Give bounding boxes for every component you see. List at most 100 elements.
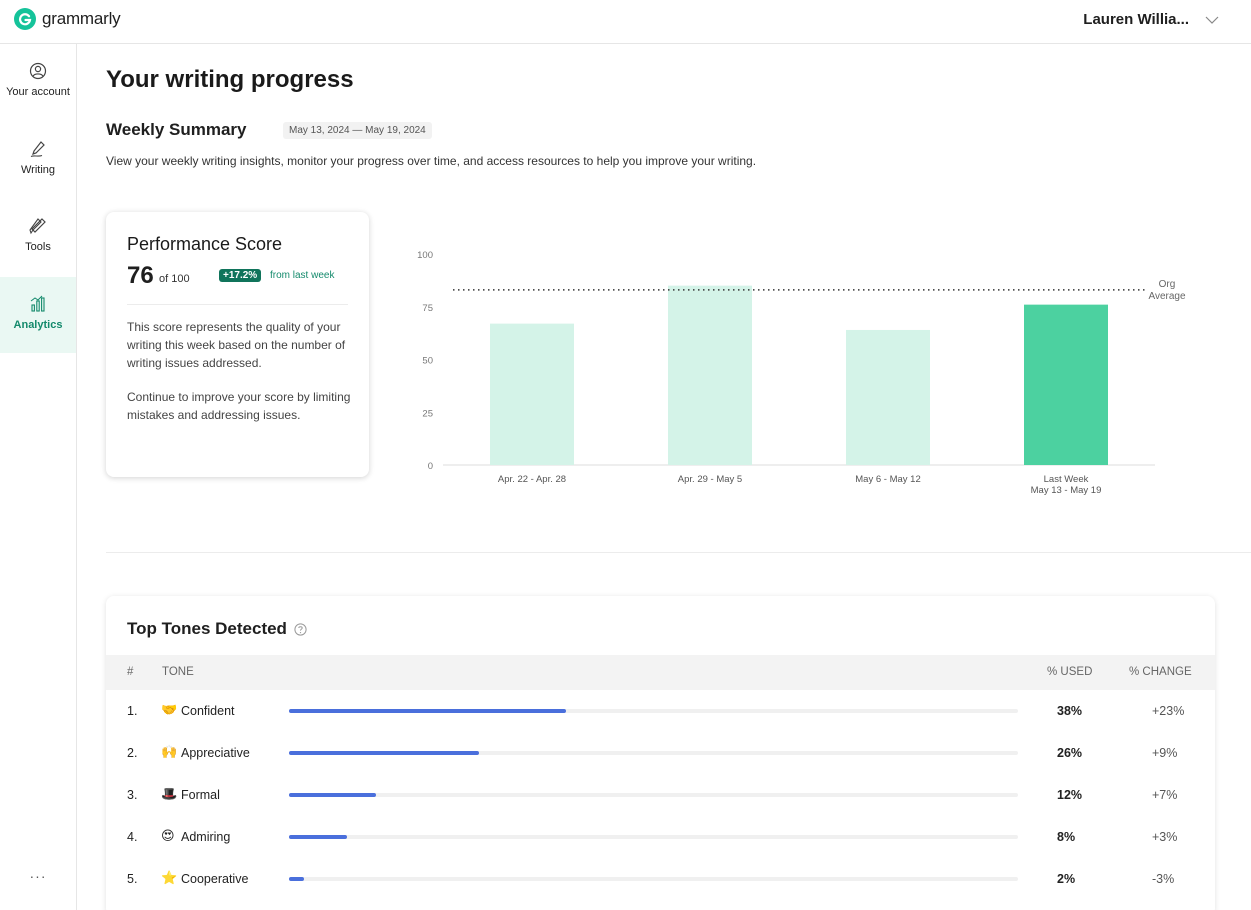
tone-percent-change: +7% bbox=[1152, 788, 1178, 802]
table-row: 3. 🎩 Formal 12% +7% bbox=[106, 774, 1215, 816]
tone-emoji-icon: 😍 bbox=[161, 828, 175, 843]
intro-text: View your weekly writing insights, monit… bbox=[106, 154, 757, 168]
chevron-down-icon bbox=[1205, 16, 1219, 24]
y-tick-label: 0 bbox=[428, 461, 433, 472]
tone-rank: 4. bbox=[127, 830, 138, 844]
tone-usage-bar bbox=[289, 751, 479, 755]
performance-score-card: Performance Score 76 of 100 +17.2% from … bbox=[106, 212, 369, 477]
tone-rank: 2. bbox=[127, 746, 138, 760]
tone-usage-bar bbox=[289, 877, 304, 881]
org-average-label: Org bbox=[1159, 279, 1176, 290]
weekly-score-chart: 0 25 50 75 100 Apr. 22 - Apr. 28 Apr. 29 - May… bbox=[417, 250, 1186, 496]
user-menu[interactable]: Lauren Willia... bbox=[1083, 11, 1219, 28]
tone-name: Cooperative bbox=[181, 872, 249, 886]
help-icon[interactable] bbox=[294, 622, 307, 636]
sidebar-item-analytics[interactable]: Analytics bbox=[0, 277, 76, 353]
tools-icon bbox=[29, 218, 46, 235]
x-tick-label: May 13 - May 19 bbox=[1031, 485, 1102, 496]
bar-4 bbox=[1024, 304, 1108, 465]
bar-2 bbox=[668, 285, 752, 465]
org-average-label: Average bbox=[1148, 291, 1186, 302]
score-change-badge: +17.2% bbox=[219, 269, 262, 282]
tone-emoji-icon: 🙌 bbox=[161, 744, 178, 759]
tone-percent-change: -3% bbox=[1152, 872, 1175, 886]
tone-name: Admiring bbox=[181, 830, 231, 844]
x-tick-label: Apr. 29 - May 5 bbox=[678, 474, 742, 485]
top-tones-card: Top Tones Detected # TONE % USED % CHANG… bbox=[106, 596, 1215, 910]
sidebar-item-label: Your account bbox=[6, 86, 70, 98]
card-divider bbox=[127, 304, 348, 305]
tone-percent-change: +9% bbox=[1152, 746, 1178, 760]
tone-percent-used: 26% bbox=[1057, 746, 1083, 760]
tone-usage-track bbox=[289, 877, 1018, 881]
sidebar-item-label: Tools bbox=[25, 241, 51, 253]
tone-usage-track bbox=[289, 835, 1018, 839]
sidebar-item-label: Analytics bbox=[13, 319, 63, 331]
y-tick-label: 75 bbox=[422, 303, 433, 314]
table-row: 1. 🤝 Confident 38% +23% bbox=[106, 690, 1215, 732]
page-title: Your writing progress bbox=[106, 66, 354, 93]
user-circle-icon bbox=[29, 62, 47, 80]
user-name: Lauren Willia... bbox=[1083, 11, 1189, 28]
y-tick-label: 50 bbox=[422, 356, 433, 367]
tones-table-header: # TONE % USED % CHANGE bbox=[106, 655, 1215, 690]
score-advice: Continue to improve your score by limiti… bbox=[127, 390, 351, 422]
tone-usage-bar bbox=[289, 835, 348, 839]
score-explanation: This score represents the quality of you… bbox=[127, 320, 346, 370]
y-tick-label: 25 bbox=[422, 408, 433, 419]
sidebar-item-tools[interactable]: Tools bbox=[0, 199, 76, 275]
tone-rank: 1. bbox=[127, 704, 138, 718]
tone-percent-used: 8% bbox=[1057, 830, 1076, 844]
top-tones-title: Top Tones Detected bbox=[127, 619, 307, 639]
score-change-label: from last week bbox=[270, 270, 335, 281]
sidebar-item-label: Writing bbox=[20, 164, 56, 176]
sidebar-item-your-account[interactable]: Your account bbox=[0, 44, 76, 120]
tone-percent-change: +23% bbox=[1152, 704, 1185, 718]
tone-usage-track bbox=[289, 751, 1018, 755]
sidebar: Your account Writing Tools Analytics ··· bbox=[0, 44, 77, 910]
tone-percent-change: +3% bbox=[1152, 830, 1178, 844]
column-header-tone: TONE bbox=[162, 666, 194, 678]
tone-usage-bar bbox=[289, 709, 567, 713]
tone-percent-used: 12% bbox=[1057, 788, 1083, 802]
column-header-used: % USED bbox=[1047, 666, 1093, 678]
table-row: 2. 🙌 Appreciative 26% +9% bbox=[106, 732, 1215, 774]
tone-emoji-icon: ⭐ bbox=[161, 870, 178, 885]
tone-usage-track bbox=[289, 709, 1018, 713]
tone-emoji-icon: 🤝 bbox=[161, 702, 178, 717]
bar-1 bbox=[490, 323, 574, 465]
tone-percent-used: 2% bbox=[1057, 872, 1076, 886]
tone-rank: 3. bbox=[127, 788, 138, 802]
column-header-number: # bbox=[127, 666, 134, 678]
tone-usage-track bbox=[289, 793, 1018, 797]
performance-score-title: Performance Score bbox=[127, 234, 283, 254]
tone-name: Formal bbox=[181, 788, 220, 802]
brand-name: grammarly bbox=[42, 9, 121, 28]
tone-emoji-icon: 🎩 bbox=[161, 786, 178, 801]
top-bar: grammarly Lauren Willia... bbox=[0, 0, 1251, 44]
tone-name: Confident bbox=[181, 704, 235, 718]
grammarly-logo[interactable]: grammarly bbox=[14, 8, 121, 30]
sidebar-item-writing[interactable]: Writing bbox=[0, 122, 76, 198]
more-options-icon[interactable]: ··· bbox=[0, 868, 76, 884]
weekly-summary-title: Weekly Summary bbox=[106, 120, 247, 139]
column-header-change: % CHANGE bbox=[1129, 666, 1192, 678]
tone-rank: 5. bbox=[127, 872, 138, 886]
bar-3 bbox=[846, 329, 930, 465]
x-tick-label: Last Week bbox=[1044, 474, 1089, 485]
performance-score-value: 76 bbox=[127, 262, 154, 289]
date-range-chip: May 13, 2024 — May 19, 2024 bbox=[283, 122, 432, 139]
top-tones-title-text: Top Tones Detected bbox=[127, 619, 287, 638]
grammarly-g-icon bbox=[14, 8, 36, 30]
performance-score-max: of 100 bbox=[159, 273, 190, 285]
tone-name: Appreciative bbox=[181, 746, 250, 760]
x-tick-label: Apr. 22 - Apr. 28 bbox=[498, 474, 566, 485]
x-tick-label: May 6 - May 12 bbox=[855, 474, 920, 485]
tone-percent-used: 38% bbox=[1057, 704, 1083, 718]
main-content: Your writing progress Weekly Summary May… bbox=[78, 44, 1251, 910]
section-divider bbox=[106, 552, 1251, 553]
table-row: 4. 😍 Admiring 8% +3% bbox=[106, 816, 1215, 858]
y-tick-label: 100 bbox=[417, 250, 433, 261]
tone-usage-bar bbox=[289, 793, 377, 797]
bar-chart-icon bbox=[30, 295, 45, 312]
